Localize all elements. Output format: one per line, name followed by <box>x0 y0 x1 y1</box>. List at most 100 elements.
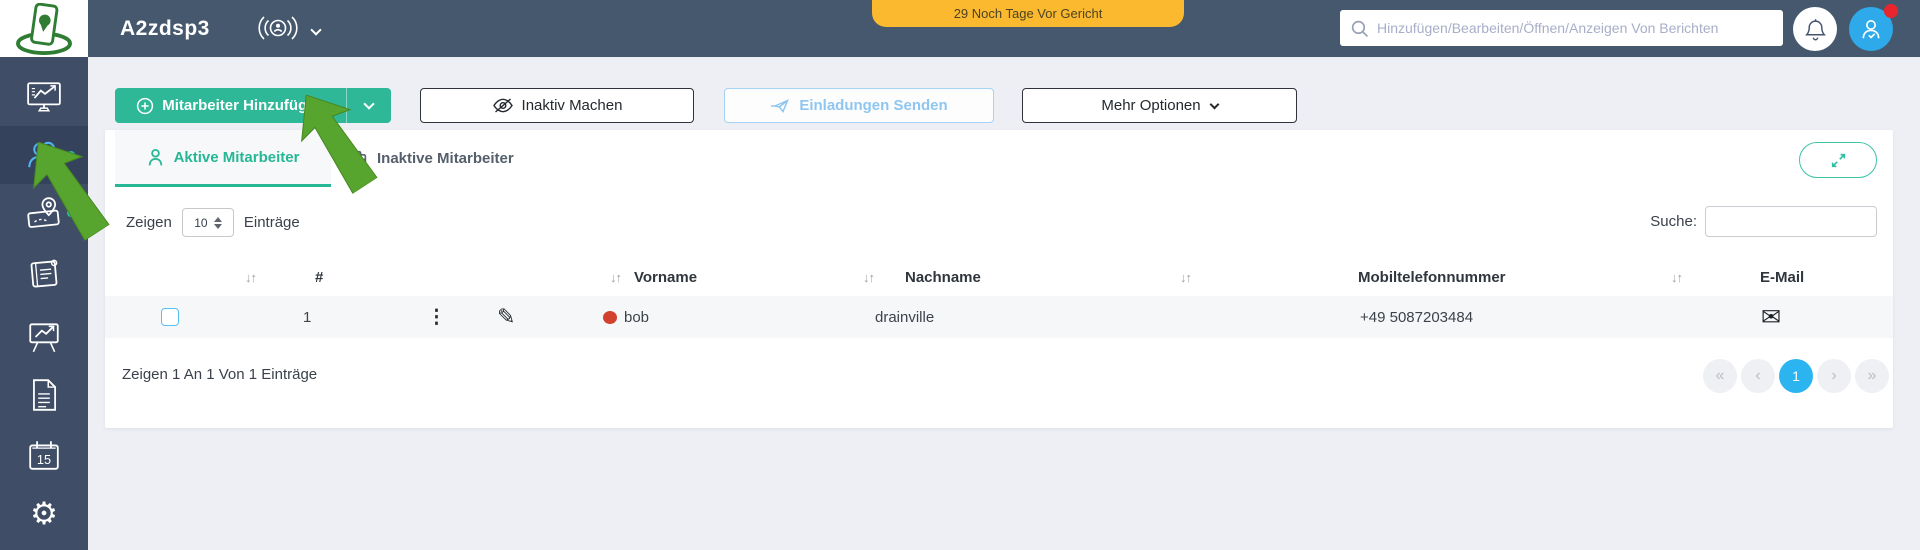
person-icon <box>1862 20 1880 39</box>
column-header-mobile[interactable]: Mobiltelefonnummer <box>1358 262 1506 292</box>
chevron-down-icon <box>363 97 375 110</box>
sidebar-item-dashboard[interactable] <box>0 68 88 126</box>
status-dot-red <box>603 310 617 324</box>
sort-icon[interactable]: ↓↑ <box>1671 262 1683 292</box>
person-icon <box>148 148 162 165</box>
expand-table-button[interactable] <box>1799 142 1877 178</box>
entries-label: Einträge <box>243 214 300 231</box>
users-icon <box>28 141 61 170</box>
row-vorname-cell: bob <box>603 296 649 338</box>
document-icon <box>33 379 57 411</box>
employee-management-screen: A2zdsp3 29 Noch Tage Vor Gericht Hinzufü… <box>0 0 1920 550</box>
bell-icon <box>1804 18 1826 40</box>
sort-icon[interactable]: ↓↑ <box>610 262 622 292</box>
pagination-page-1-button[interactable]: 1 <box>1779 359 1813 393</box>
eye-off-icon <box>492 98 513 113</box>
page-size-value: 10 <box>194 215 208 230</box>
notebook-icon <box>30 259 58 288</box>
topbar: A2zdsp3 29 Noch Tage Vor Gericht <box>0 0 1920 57</box>
vertical-dots-icon: ⋮ <box>427 306 446 328</box>
chevron-down-icon <box>1209 99 1220 109</box>
table-row: 1 ⋮ ✎ bob drainville +49 5087203484 ✉ <box>105 296 1893 338</box>
search-icon <box>1351 20 1369 37</box>
show-label: Zeigen <box>126 214 172 231</box>
row-vorname: bob <box>624 308 650 326</box>
column-header-num[interactable]: # <box>315 262 323 292</box>
calendar-icon: 15 <box>29 441 59 470</box>
plus-circle-icon <box>137 97 154 114</box>
make-inactive-button[interactable]: Inaktiv Machen <box>420 88 694 123</box>
sidebar-item-settings[interactable]: ⚙ <box>0 484 88 542</box>
calendar-day-label: 15 <box>37 452 51 467</box>
page-size-select[interactable]: 10 <box>181 208 234 237</box>
make-inactive-label: Inaktiv Machen <box>521 97 623 114</box>
send-invitations-button[interactable]: Einladungen Senden <box>724 88 994 123</box>
row-number: 1 <box>303 308 312 326</box>
dashboard-chart-icon <box>27 82 61 112</box>
pencil-icon: ✎ <box>497 304 516 329</box>
add-employee-button[interactable]: Mitarbeiter Hinzufügen <box>115 88 391 123</box>
sidebar-item-notes[interactable] <box>0 244 88 302</box>
trial-days-badge: 29 Noch Tage Vor Gericht <box>872 0 1184 27</box>
envelope-icon: ✉ <box>1761 303 1782 331</box>
row-checkbox-cell <box>161 296 179 338</box>
page-title: A2zdsp3 <box>120 16 210 40</box>
main-content: Mitarbeiter Hinzufügen Inaktiv Machen Ei… <box>88 57 1920 550</box>
row-mobile: +49 5087203484 <box>1360 308 1474 326</box>
row-checkbox[interactable] <box>161 308 179 326</box>
global-search-input[interactable] <box>1377 20 1773 36</box>
gear-icon: ⚙ <box>30 495 58 531</box>
sidebar-nav: 15 ⚙ <box>0 57 88 550</box>
route-tracking-dot <box>67 209 75 217</box>
support-broadcast-icon[interactable] <box>258 14 298 47</box>
pagination-prev-button[interactable]: ‹ <box>1741 359 1775 393</box>
expand-icon <box>1831 153 1845 167</box>
sort-icon[interactable]: ↓↑ <box>1180 262 1192 292</box>
sort-icon[interactable]: ↓↑ <box>245 262 257 292</box>
sidebar-item-route-tracking[interactable] <box>0 184 88 242</box>
notification-red-dot <box>1884 4 1898 18</box>
phone-pin-logo-icon <box>16 2 72 55</box>
sidebar-item-calendar[interactable]: 15 <box>0 426 88 484</box>
send-icon <box>771 98 790 113</box>
row-edit-button[interactable]: ✎ <box>497 296 515 338</box>
more-options-button[interactable]: Mehr Optionen <box>1022 88 1297 123</box>
employees-active-dot <box>67 151 75 159</box>
table-info-text: Zeigen 1 An 1 Von 1 Einträge <box>122 366 318 383</box>
column-header-vorname[interactable]: Vorname <box>634 262 697 292</box>
tab-active-employees[interactable]: Aktive Mitarbeiter <box>115 130 331 187</box>
sidebar-item-reports[interactable] <box>0 308 88 366</box>
sidebar-item-employees[interactable] <box>0 126 88 184</box>
pagination-last-button[interactable]: » <box>1855 359 1889 393</box>
pagination-first-button[interactable]: « <box>1703 359 1737 393</box>
pagination-next-button[interactable]: › <box>1817 359 1851 393</box>
tab-active-label: Aktive Mitarbeiter <box>173 148 300 166</box>
global-search <box>1340 10 1783 46</box>
add-employee-label: Mitarbeiter Hinzufügen <box>162 97 325 114</box>
notifications-button[interactable] <box>1793 7 1837 51</box>
more-options-label: Mehr Optionen <box>1101 97 1201 114</box>
column-header-nachname[interactable]: Nachname <box>905 262 981 292</box>
tab-inactive-label: Inaktive Mitarbeiter <box>377 150 514 167</box>
page-size-controls: Zeigen 10 Einträge <box>126 208 300 237</box>
add-employee-dropdown-button[interactable] <box>347 97 391 110</box>
row-actions-menu[interactable]: ⋮ <box>427 296 446 338</box>
send-invitations-label: Einladungen Senden <box>799 97 948 114</box>
table-search-label: Suche: <box>1650 213 1697 230</box>
briefcase-icon <box>348 150 367 167</box>
app-logo[interactable] <box>0 0 88 57</box>
table-search-input[interactable] <box>1705 206 1877 237</box>
row-nachname: drainville <box>875 308 935 326</box>
map-pin-icon <box>27 197 60 228</box>
account-menu-chevron-down-icon[interactable] <box>310 21 322 39</box>
spinner-arrows-icon <box>213 216 222 229</box>
row-email-button[interactable]: ✉ <box>1761 296 1781 338</box>
tab-inactive-employees[interactable]: Inaktive Mitarbeiter <box>348 130 588 187</box>
sidebar-item-documents[interactable] <box>0 366 88 424</box>
employees-card: Aktive Mitarbeiter Inaktive Mitarbeiter … <box>105 130 1893 428</box>
presentation-chart-icon <box>29 323 59 353</box>
table-search-controls: Suche: <box>1650 206 1877 237</box>
column-header-email[interactable]: E-Mail <box>1760 262 1804 292</box>
sort-icon[interactable]: ↓↑ <box>863 262 875 292</box>
pagination: « ‹ 1 › » <box>1703 359 1889 393</box>
